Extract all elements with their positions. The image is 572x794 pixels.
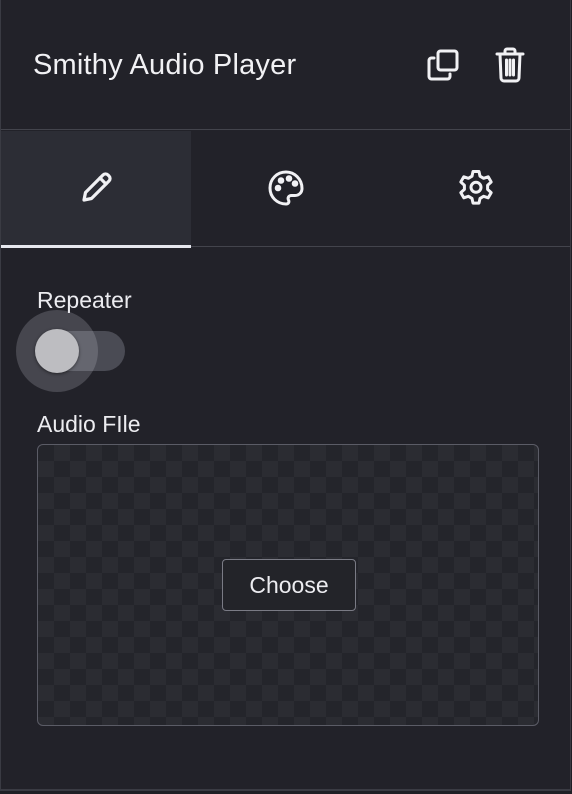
copy-icon [426,48,460,82]
delete-button[interactable] [491,46,529,84]
repeater-toggle-knob[interactable] [35,329,79,373]
tab-settings[interactable] [381,131,571,245]
tab-content[interactable] [1,131,191,245]
gear-icon [456,168,496,208]
panel-header: Smithy Audio Player [1,0,570,130]
audio-file-dropzone[interactable]: Choose [37,444,539,726]
panel-title: Smithy Audio Player [33,49,297,81]
pencil-icon [76,168,116,208]
palette-icon [266,168,306,208]
trash-icon [495,47,525,83]
settings-panel: Smithy Audio Player Repeater Audio FIle … [0,0,571,791]
audio-file-label: Audio FIle [37,411,141,437]
tab-style[interactable] [191,131,381,245]
tab-bar [1,131,571,248]
active-tab-indicator [1,245,191,248]
choose-file-button[interactable]: Choose [222,559,356,611]
duplicate-button[interactable] [424,46,462,84]
